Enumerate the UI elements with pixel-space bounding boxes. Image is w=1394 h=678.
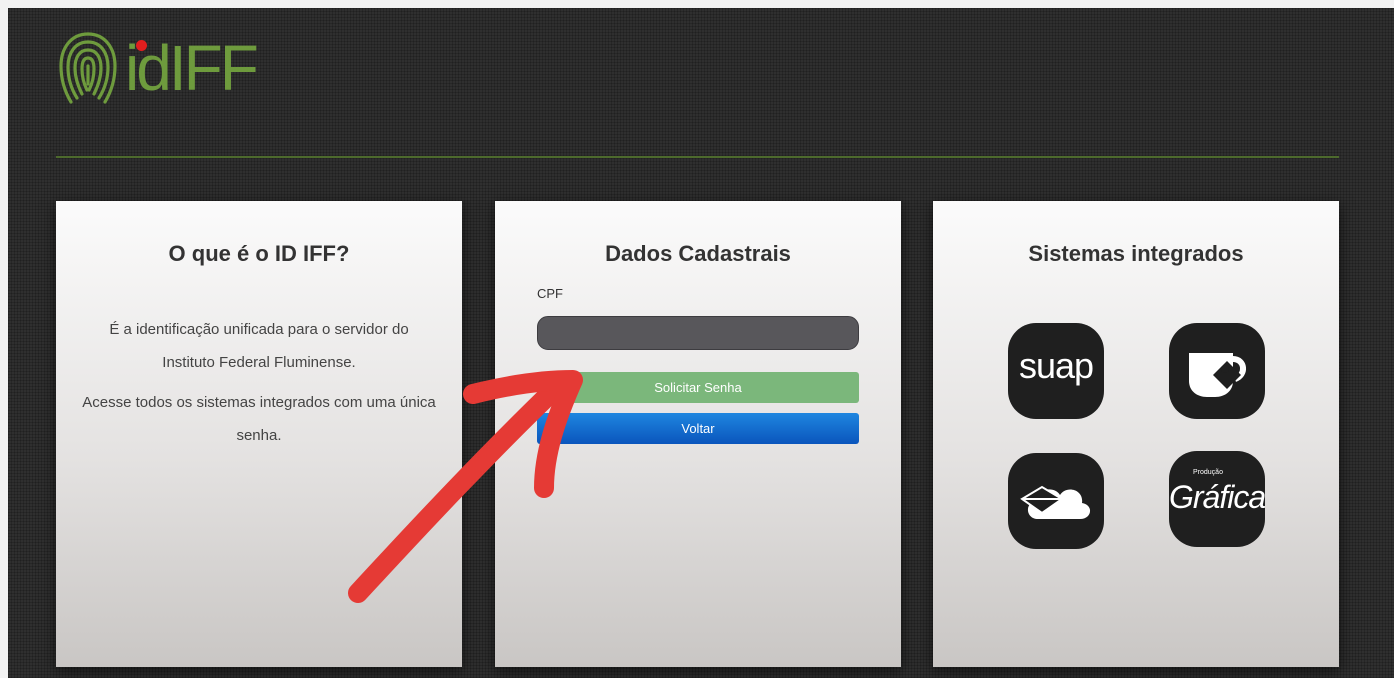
cloud-glyph: [1020, 485, 1091, 519]
mug-icon[interactable]: [1169, 323, 1265, 419]
mug-glyph: [1189, 353, 1246, 397]
fingerprint-icon: [59, 32, 117, 104]
request-password-button[interactable]: Solicitar Senha: [537, 372, 859, 403]
cloud-upload-icon[interactable]: [1008, 453, 1104, 549]
grafica-small-label: Produção: [1193, 469, 1223, 476]
info-card-title: O que é o ID IFF?: [168, 241, 350, 266]
systems-grid: suap Produção Gráfica: [933, 201, 1339, 667]
header-divider: [56, 156, 1339, 158]
idiff-logo[interactable]: idIFF: [53, 22, 293, 114]
suap-icon[interactable]: suap: [1008, 323, 1104, 419]
back-button[interactable]: Voltar: [537, 413, 859, 444]
info-paragraph-2: Acesse todos os sistemas integrados com …: [82, 394, 436, 444]
form-card: Dados Cadastrais CPF Solicitar Senha Vol…: [495, 201, 901, 667]
cpf-label: CPF: [537, 286, 563, 301]
grafica-label: Gráfica: [1169, 479, 1265, 515]
cpf-input[interactable]: [537, 316, 859, 350]
info-paragraph-1: É a identificação unificada para o servi…: [109, 321, 409, 371]
form-card-title: Dados Cadastrais: [605, 241, 791, 266]
suap-label: suap: [1018, 345, 1094, 386]
systems-card: Sistemas integrados suap Produção Gráfic…: [933, 201, 1339, 667]
info-card-body: É a identificação unificada para o servi…: [81, 313, 437, 459]
page-frame: idIFF O que é o ID IFF? É a identificaçã…: [8, 8, 1394, 678]
grafica-icon[interactable]: Produção Gráfica: [1169, 451, 1265, 547]
info-card: O que é o ID IFF? É a identificação unif…: [56, 201, 462, 667]
logo-text: idIFF: [125, 32, 259, 104]
